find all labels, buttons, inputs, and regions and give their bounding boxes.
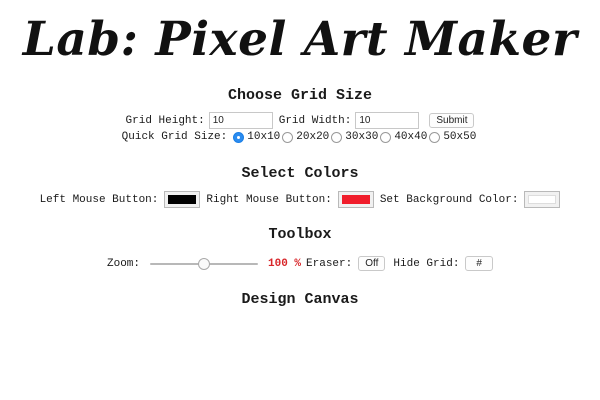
colors-row: Left Mouse Button: Right Mouse Button: S…	[0, 191, 600, 208]
right-mouse-label: Right Mouse Button:	[206, 193, 332, 206]
design-canvas-heading: Design Canvas	[241, 291, 359, 308]
quick-grid-option-30x30[interactable]: 30x30	[331, 130, 378, 144]
quick-grid-radio[interactable]	[233, 131, 245, 143]
grid-width-label: Grid Width:	[278, 114, 352, 127]
zoom-label: Zoom:	[107, 257, 141, 270]
quick-grid-option-10x10[interactable]: 10x10	[233, 130, 280, 144]
quick-grid-label: Quick Grid Size:	[121, 131, 228, 143]
eraser-toggle-button[interactable]: Off	[358, 256, 386, 271]
zoom-slider-thumb[interactable]	[198, 257, 211, 270]
left-color-swatch	[168, 195, 197, 204]
quick-grid-radio[interactable]	[331, 131, 343, 143]
grid-height-input[interactable]	[208, 112, 273, 129]
quick-grid-option-50x50[interactable]: 50x50	[429, 130, 476, 144]
quick-grid-option-40x40[interactable]: 40x40	[380, 130, 427, 144]
page-title: Lab: Pixel Art Maker	[22, 12, 578, 67]
toolbox-heading: Toolbox	[268, 226, 332, 243]
right-color-swatch	[341, 195, 370, 204]
zoom-value: 100 %	[268, 257, 302, 270]
quick-grid-option-label: 40x40	[394, 131, 428, 143]
eraser-label: Eraser:	[306, 257, 353, 270]
right-color-picker[interactable]	[337, 191, 374, 208]
background-color-label: Set Background Color:	[379, 193, 519, 206]
quick-grid-radio[interactable]	[429, 131, 441, 143]
quick-grid-option-label: 10x10	[247, 131, 281, 143]
colors-heading: Select Colors	[241, 165, 359, 182]
quick-grid-options: 10x10 20x20 30x30 40x40 50x50	[233, 130, 478, 144]
background-color-picker[interactable]	[524, 191, 561, 208]
quick-grid-option-20x20[interactable]: 20x20	[282, 130, 329, 144]
hide-grid-button[interactable]: #	[465, 256, 493, 271]
quick-grid-option-label: 30x30	[345, 131, 379, 143]
quick-grid-option-label: 20x20	[296, 131, 330, 143]
submit-button[interactable]: Submit	[429, 113, 475, 128]
quick-grid-option-label: 50x50	[443, 131, 477, 143]
toolbox-row: Zoom: 100 % Eraser: Off Hide Grid: #	[0, 256, 600, 271]
left-color-picker[interactable]	[164, 191, 201, 208]
grid-width-input[interactable]	[355, 112, 420, 129]
quick-grid-radio[interactable]	[282, 131, 294, 143]
quick-grid-radio[interactable]	[380, 131, 392, 143]
quick-grid-row: Quick Grid Size: 10x10 20x20 30x30 40x40 50x…	[0, 130, 600, 144]
design-canvas[interactable]	[0, 316, 600, 400]
background-color-swatch	[528, 195, 557, 204]
left-mouse-label: Left Mouse Button:	[39, 193, 159, 206]
grid-dimensions-row: Grid Height: Grid Width: Submit	[0, 112, 600, 129]
hide-grid-label: Hide Grid:	[393, 257, 460, 270]
zoom-slider[interactable]	[150, 257, 259, 270]
grid-size-heading: Choose Grid Size	[227, 87, 373, 104]
grid-height-label: Grid Height:	[125, 114, 205, 127]
